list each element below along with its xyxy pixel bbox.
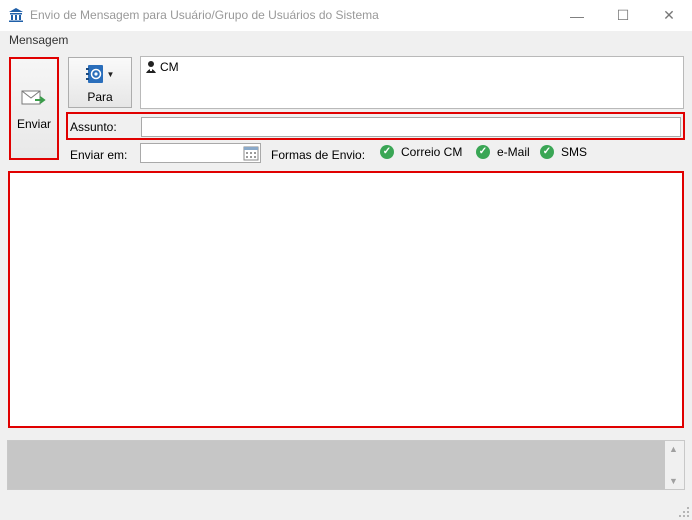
vertical-scrollbar[interactable]: ▲ ▼ xyxy=(665,441,684,489)
send-date-label: Enviar em: xyxy=(70,148,128,162)
user-icon xyxy=(146,61,156,73)
address-book-icon xyxy=(85,65,103,83)
status-bar xyxy=(0,502,692,520)
menu-bar: Mensagem xyxy=(0,31,692,49)
to-button-label: Para xyxy=(87,90,113,104)
resize-grip-icon[interactable] xyxy=(678,506,690,518)
recipients-list[interactable]: CM xyxy=(140,56,684,109)
menu-item-mensagem[interactable]: Mensagem xyxy=(9,33,68,47)
delivery-option-sms[interactable]: ✓ SMS xyxy=(540,145,587,159)
send-mail-icon xyxy=(21,90,46,104)
check-icon: ✓ xyxy=(540,145,554,159)
check-icon: ✓ xyxy=(476,145,490,159)
scroll-down-icon[interactable]: ▼ xyxy=(669,476,678,486)
minimize-icon: — xyxy=(570,7,584,24)
scroll-up-icon[interactable]: ▲ xyxy=(669,444,678,454)
chevron-down-icon: ▼ xyxy=(106,69,115,79)
maximize-button[interactable]: ☐ xyxy=(600,0,646,31)
subject-input[interactable] xyxy=(141,117,681,137)
delivery-option-label: e-Mail xyxy=(497,145,530,159)
send-button-label: Enviar xyxy=(16,116,51,131)
to-button[interactable]: ▼ Para xyxy=(68,57,132,108)
delivery-option-correio-cm[interactable]: ✓ Correio CM xyxy=(380,145,462,159)
minimize-button[interactable]: — xyxy=(554,0,600,31)
delivery-option-label: Correio CM xyxy=(401,145,463,159)
message-window: Envio de Mensagem para Usuário/Grupo de … xyxy=(0,0,692,520)
subject-label: Assunto: xyxy=(70,120,117,134)
delivery-option-label: SMS xyxy=(561,145,588,159)
maximize-icon: ☐ xyxy=(616,7,630,23)
delivery-methods-label: Formas de Envio: xyxy=(271,148,366,162)
recipient-item[interactable]: CM xyxy=(160,60,179,74)
send-button[interactable]: Enviar xyxy=(11,59,57,158)
close-icon: ✕ xyxy=(663,7,675,23)
check-icon: ✓ xyxy=(380,145,394,159)
title-bar[interactable]: Envio de Mensagem para Usuário/Grupo de … xyxy=(0,0,692,31)
delivery-option-email[interactable]: ✓ e-Mail xyxy=(476,145,530,159)
app-icon xyxy=(9,8,23,22)
calendar-icon[interactable] xyxy=(243,145,259,161)
message-body-editor[interactable] xyxy=(10,173,682,426)
attachments-panel[interactable] xyxy=(7,440,685,490)
close-button[interactable]: ✕ xyxy=(646,0,692,31)
window-title: Envio de Mensagem para Usuário/Grupo de … xyxy=(30,8,379,22)
